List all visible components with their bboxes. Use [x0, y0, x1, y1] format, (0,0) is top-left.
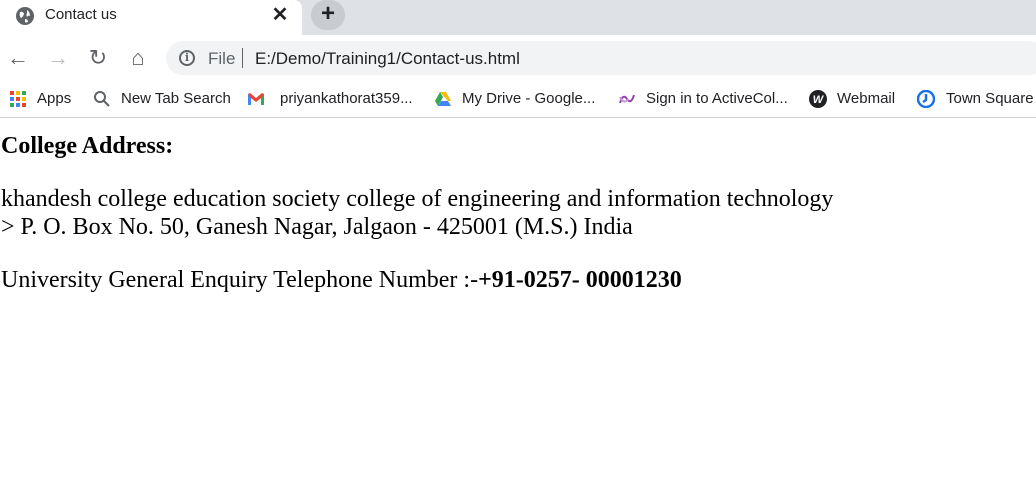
google-drive-icon [435, 92, 451, 106]
globe-icon [16, 7, 34, 25]
bookmark-label: My Drive - Google... [462, 90, 596, 107]
bookmark-label: Webmail [837, 90, 896, 107]
apps-grid-icon [10, 91, 26, 107]
activecollab-icon [619, 94, 635, 104]
forward-button[interactable]: → [46, 46, 70, 70]
tab-contact-us[interactable]: Contact us ✕ [0, 0, 302, 35]
url-text[interactable]: E:/Demo/Training1/Contact-us.html [255, 49, 520, 69]
bookmarks-bar: Apps New Tab Search priyankathorat359...… [0, 81, 1036, 118]
search-icon [94, 91, 110, 107]
college-address-heading: College Address: [1, 133, 174, 159]
back-button[interactable]: ← [6, 46, 30, 70]
close-icon[interactable]: ✕ [270, 4, 290, 26]
address-line-2: > P. O. Box No. 50, Ganesh Nagar, Jalgao… [1, 214, 633, 240]
bookmark-label: Town Square [946, 90, 1034, 107]
scheme-separator [242, 48, 243, 68]
new-tab-button[interactable]: + [311, 0, 345, 30]
bookmark-label: Apps [37, 90, 72, 107]
phone-line: University General Enquiry Telephone Num… [1, 267, 682, 294]
phone-label: University General Enquiry Telephone Num… [1, 267, 479, 293]
url-scheme: File [208, 49, 236, 68]
browser-toolbar: ← → ↻ ⌂ i File E:/Demo/Training1/Contact… [0, 35, 1036, 81]
webmail-icon: W [809, 90, 827, 108]
bookmark-label: Sign in to ActiveCol... [646, 90, 788, 107]
svg-text:W: W [813, 94, 825, 106]
reload-button[interactable]: ↻ [86, 46, 110, 70]
address-bar[interactable]: i File E:/Demo/Training1/Contact-us.html [166, 41, 1036, 75]
bookmark-label: priyankathorat359... [280, 90, 413, 107]
tab-strip: Contact us ✕ + [0, 0, 1036, 35]
address-line-1: khandesh college education society colle… [1, 186, 834, 212]
gmail-icon [248, 93, 264, 105]
home-button[interactable]: ⌂ [126, 46, 150, 70]
page-content: College Address: khandesh college educat… [0, 118, 1036, 487]
tab-title: Contact us [45, 6, 117, 23]
town-square-icon [917, 90, 935, 108]
info-icon[interactable]: i [179, 50, 195, 66]
phone-number: +91-0257- 00001230 [478, 267, 682, 293]
bookmark-label: New Tab Search [121, 90, 231, 107]
